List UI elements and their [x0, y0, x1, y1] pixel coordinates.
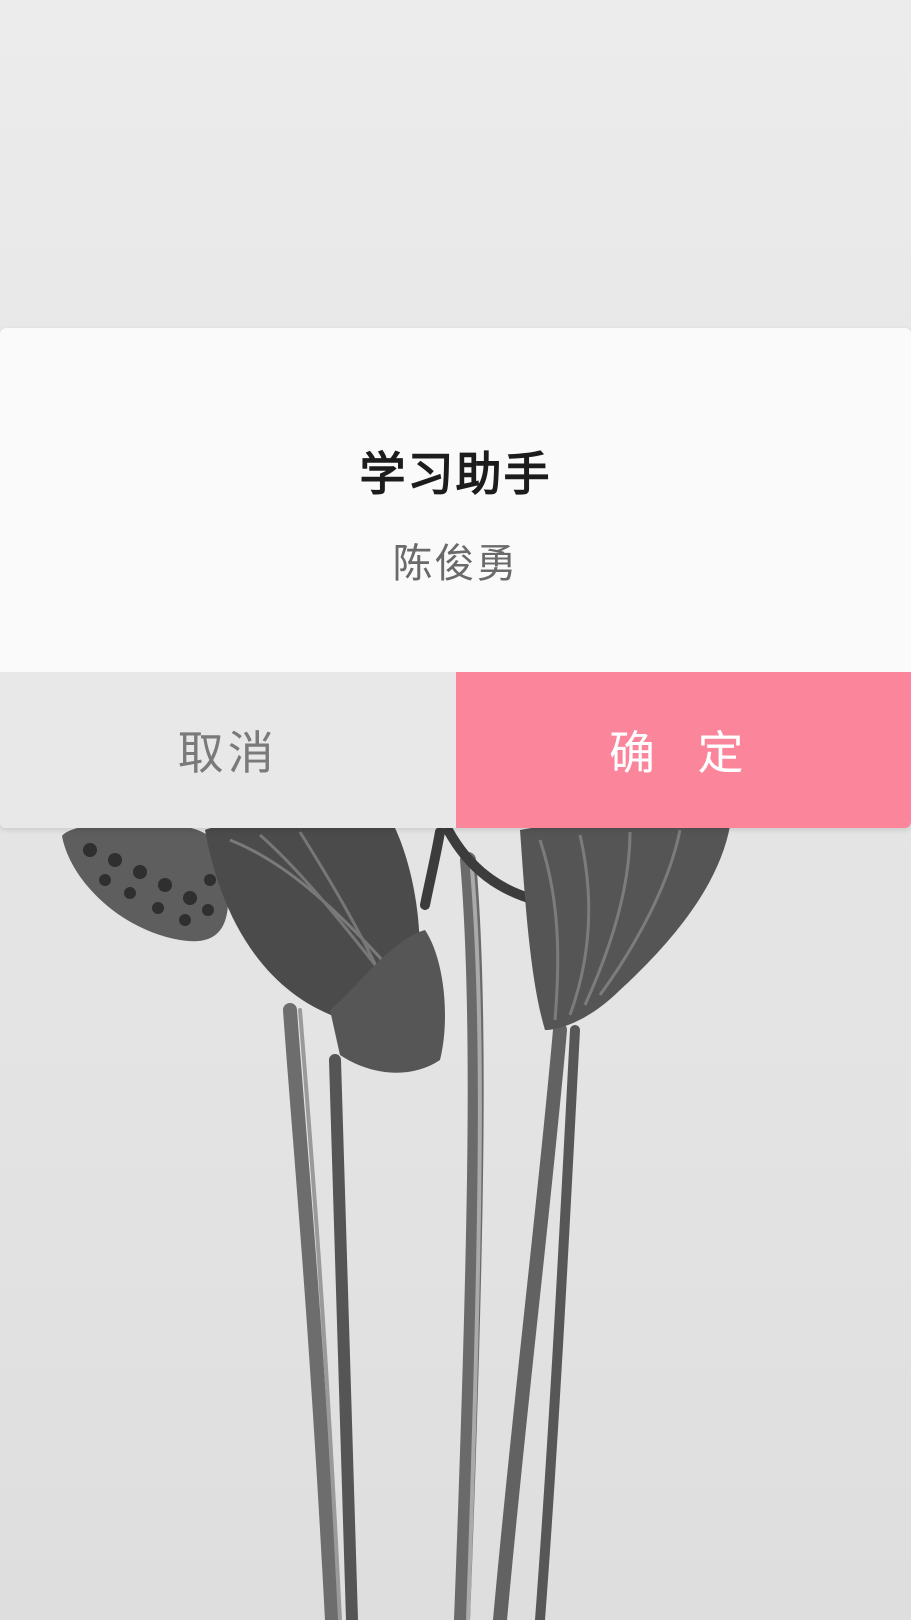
cancel-button[interactable]: 取消 [0, 672, 456, 828]
dialog-title: 学习助手 [359, 447, 552, 501]
confirm-dialog: 学习助手 陈俊勇 取消 确 定 [0, 328, 911, 828]
confirm-button[interactable]: 确 定 [455, 672, 911, 828]
lotus-seed-pod [62, 822, 229, 942]
dialog-actions: 取消 确 定 [0, 672, 911, 828]
screen: 学习助手 陈俊勇 取消 确 定 [0, 0, 911, 1620]
dialog-body: 学习助手 陈俊勇 [0, 328, 911, 672]
dialog-message: 陈俊勇 [392, 541, 519, 587]
